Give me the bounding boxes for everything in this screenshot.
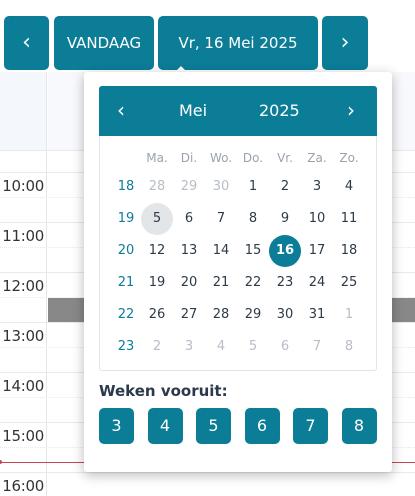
calendar-day[interactable]: 13 (173, 235, 205, 267)
weeks-ahead-button[interactable]: 3 (99, 408, 134, 444)
calendar-day[interactable]: 31 (301, 299, 333, 331)
week-number[interactable]: 22 (112, 307, 140, 322)
calendar-day[interactable]: 10 (301, 203, 333, 235)
calendar-day[interactable]: 30 (269, 299, 301, 331)
calendar-day[interactable]: 1 (237, 171, 269, 203)
month-label[interactable]: Mei (179, 101, 207, 120)
weekday-header: Zo. (339, 151, 359, 165)
weeks-ahead-button[interactable]: 7 (293, 408, 328, 444)
weekday-header: Wo. (209, 151, 233, 165)
calendar-day[interactable]: 23 (269, 267, 301, 299)
prev-month-button[interactable]: ‹ (117, 98, 125, 122)
next-month-button[interactable]: › (347, 98, 355, 122)
all-day-gutter (0, 72, 46, 150)
week-number[interactable]: 20 (112, 243, 140, 258)
calendar-day[interactable]: 6 (269, 331, 301, 363)
calendar-day[interactable]: 20 (173, 267, 205, 299)
calendar-day[interactable]: 2 (269, 171, 301, 203)
calendar-day[interactable]: 2 (141, 331, 173, 363)
week-number[interactable]: 21 (112, 275, 140, 290)
calendar-day[interactable]: 3 (301, 171, 333, 203)
weekday-header: Do. (242, 151, 264, 165)
month-calendar: ‹ Mei 2025 › Ma. Di. Wo. Do. Vr. Za. Zo. 18 28 29… (99, 86, 377, 371)
calendar-day[interactable]: 7 (205, 203, 237, 235)
weekday-header: Di. (180, 151, 198, 165)
week-number[interactable]: 19 (112, 211, 140, 226)
calendar-day[interactable]: 3 (173, 331, 205, 363)
date-picker-popup: ‹ Mei 2025 › Ma. Di. Wo. Do. Vr. Za. Zo. 18 28 29… (84, 72, 392, 472)
calendar-day[interactable]: 25 (333, 267, 365, 299)
weekday-header: Za. (307, 151, 327, 165)
calendar-day[interactable]: 21 (205, 267, 237, 299)
calendar-day[interactable]: 18 (333, 235, 365, 267)
time-label: 12:00 (2, 277, 44, 295)
weekday-header: Ma. (146, 151, 168, 165)
calendar-day[interactable]: 28 (141, 171, 173, 203)
time-label: 14:00 (2, 377, 44, 395)
weeks-ahead-button[interactable]: 8 (341, 408, 377, 444)
next-period-button[interactable]: › (322, 16, 368, 70)
calendar-toolbar: ‹ VANDAAG Vr, 16 Mei 2025 › (0, 0, 415, 72)
today-button[interactable]: VANDAAG (54, 16, 154, 70)
calendar-day[interactable]: 9 (269, 203, 301, 235)
chevron-right-icon: › (340, 30, 350, 55)
weeks-ahead-label: Weken vooruit: (99, 382, 228, 400)
week-number[interactable]: 23 (112, 339, 140, 354)
time-label: 15:00 (2, 427, 44, 445)
calendar-day[interactable]: 5 (237, 331, 269, 363)
calendar-day[interactable]: 8 (237, 203, 269, 235)
year-label[interactable]: 2025 (259, 101, 300, 120)
calendar-day[interactable]: 22 (237, 267, 269, 299)
grid-line (0, 472, 415, 473)
calendar-day[interactable]: 30 (205, 171, 237, 203)
calendar-day[interactable]: 29 (173, 171, 205, 203)
time-label: 10:00 (2, 177, 44, 195)
calendar-day[interactable]: 29 (237, 299, 269, 331)
date-picker-button[interactable]: Vr, 16 Mei 2025 (158, 16, 318, 70)
weeks-ahead-button[interactable]: 4 (147, 408, 183, 444)
calendar-day[interactable]: 15 (237, 235, 269, 267)
prev-period-button[interactable]: ‹ (4, 16, 49, 70)
time-label: 11:00 (2, 227, 44, 245)
calendar-day[interactable]: 26 (141, 299, 173, 331)
time-label: 16:00 (2, 477, 44, 495)
weeks-ahead-button[interactable]: 5 (196, 408, 231, 444)
week-number[interactable]: 18 (112, 179, 140, 194)
calendar-day[interactable]: 6 (173, 203, 205, 235)
calendar-day[interactable]: 14 (205, 235, 237, 267)
calendar-day[interactable]: 8 (333, 331, 365, 363)
calendar-day[interactable]: 7 (301, 331, 333, 363)
time-label: 13:00 (2, 327, 44, 345)
calendar-day[interactable]: 5 (141, 203, 173, 235)
calendar-day[interactable]: 19 (141, 267, 173, 299)
chevron-left-icon: ‹ (22, 30, 31, 55)
calendar-day[interactable]: 1 (333, 299, 365, 331)
calendar-day[interactable]: 24 (301, 267, 333, 299)
calendar-day[interactable]: 28 (205, 299, 237, 331)
calendar-day[interactable]: 16 (269, 235, 301, 267)
weeks-ahead-button[interactable]: 6 (244, 408, 280, 444)
calendar-day[interactable]: 4 (333, 171, 365, 203)
calendar-day[interactable]: 4 (205, 331, 237, 363)
calendar-day[interactable]: 17 (301, 235, 333, 267)
calendar-day[interactable]: 11 (333, 203, 365, 235)
weekday-header: Vr. (277, 151, 293, 165)
calendar-day[interactable]: 27 (173, 299, 205, 331)
calendar-header: ‹ Mei 2025 › (99, 86, 377, 136)
calendar-day[interactable]: 12 (141, 235, 173, 267)
